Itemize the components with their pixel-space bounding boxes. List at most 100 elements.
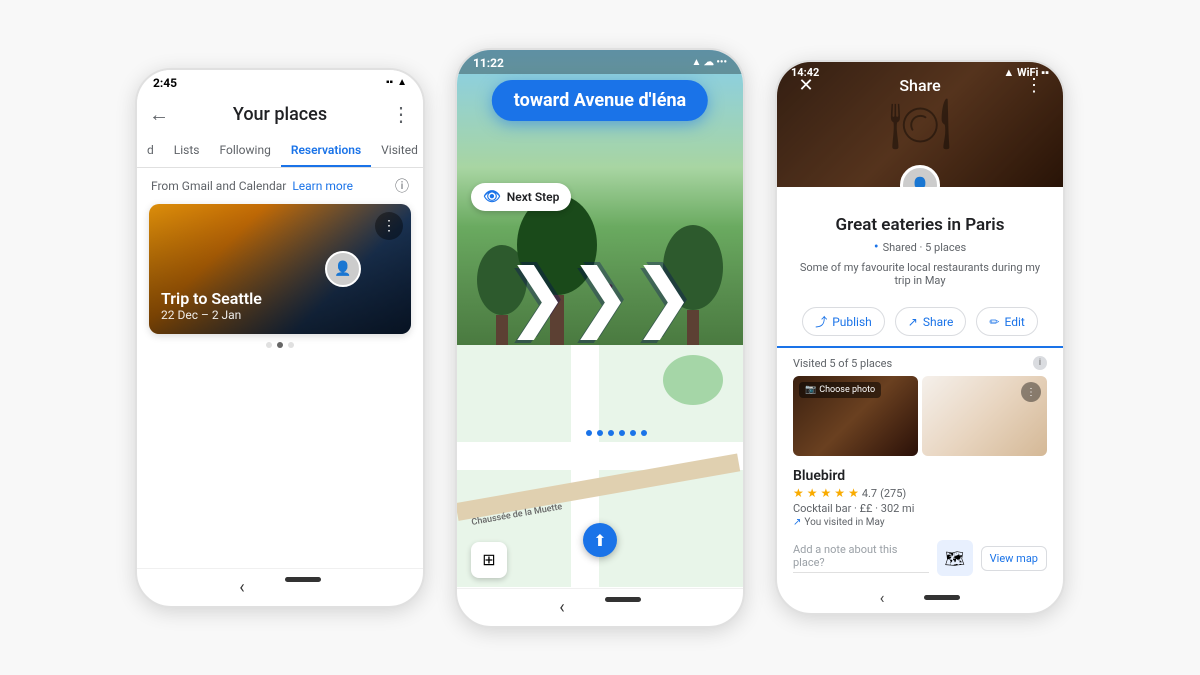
review-count: (275) xyxy=(880,487,906,500)
battery-icon: ▪▪ xyxy=(386,77,393,88)
restaurant-info: Bluebird ★ ★ ★ ★ ★ 4.7 (275) Cocktail ba… xyxy=(777,464,1063,534)
back-button[interactable]: ← xyxy=(149,102,169,127)
star-half: ★ xyxy=(848,486,859,500)
star-2: ★ xyxy=(807,486,818,500)
map-green-area xyxy=(663,355,723,405)
action-buttons: ⤴ Publish ↗ Share ✏ Edit xyxy=(777,307,1063,336)
phone-1: 2:45 ▪▪ ▲ ← Your places ⋮ d Lists Follow… xyxy=(135,68,425,608)
edit-button[interactable]: ✏ Edit xyxy=(976,307,1037,336)
shared-info: • Shared · 5 places xyxy=(793,239,1047,255)
status-icons-1: ▪▪ ▲ xyxy=(386,77,407,88)
edit-label: Edit xyxy=(1004,315,1024,329)
tab-lists[interactable]: Lists xyxy=(164,135,210,167)
ar-arrow-2: ❮ xyxy=(569,260,632,335)
tab-saved[interactable]: d xyxy=(137,135,164,167)
info-icon[interactable]: ⓘ xyxy=(395,176,409,196)
card-title: Trip to Seattle xyxy=(161,289,262,308)
home-indicator xyxy=(285,577,321,582)
next-step-button[interactable]: 👁 Next Step xyxy=(471,183,571,211)
star-4: ★ xyxy=(834,486,845,500)
visited-count-bar: Visited 5 of 5 places i xyxy=(777,356,1063,376)
status-time-2: 11:22 xyxy=(473,56,504,70)
share-icon: ↗ xyxy=(908,315,918,329)
shared-dot: • xyxy=(874,239,879,255)
photo-more-button[interactable]: ⋮ xyxy=(1021,382,1041,402)
visited-info-icon[interactable]: i xyxy=(1033,356,1047,370)
card-more-button[interactable]: ⋮ xyxy=(375,212,403,240)
bottom-nav-3: ‹ xyxy=(777,582,1063,613)
dotted-path xyxy=(586,430,647,436)
signal-icon: ▲ xyxy=(397,77,407,88)
tab-visited[interactable]: Visited xyxy=(371,135,423,167)
card-avatar: 👤 xyxy=(325,251,361,287)
star-3: ★ xyxy=(821,486,832,500)
restaurant-photos: 📷 Choose photo ⋮ xyxy=(777,376,1063,464)
publish-button[interactable]: ⤴ Publish xyxy=(802,307,885,336)
publish-label: Publish xyxy=(832,315,872,329)
ar-arrow-3: ❮ xyxy=(631,260,694,335)
view-map-button[interactable]: View map xyxy=(981,546,1047,571)
tabs-bar: d Lists Following Reservations Visited M xyxy=(137,135,423,168)
nav-back-icon[interactable]: ‹ xyxy=(239,577,244,598)
ar-view: 🚶 toward Avenue d'Iéna ❮ ❮ ❮ 👁 Next Step xyxy=(457,50,743,588)
nav-back-icon-3[interactable]: ‹ xyxy=(880,588,885,607)
gmail-banner: From Gmail and Calendar Learn more ⓘ xyxy=(137,168,423,204)
card-date: 22 Dec – 2 Jan xyxy=(161,308,262,322)
photo-2[interactable]: ⋮ xyxy=(922,376,1047,456)
dot-3 xyxy=(288,342,294,348)
phone-2: 11:22 ▲ ☁ ••• 🚶 toward Avenue d'Iéna xyxy=(455,48,745,628)
share-label: Share xyxy=(923,315,954,329)
publish-icon: ⤴ xyxy=(815,313,827,330)
location-pin: ⬆ xyxy=(583,523,617,557)
choose-photo-button[interactable]: 📷 Choose photo xyxy=(799,382,881,398)
visited-month: You visited in May xyxy=(804,517,884,528)
tab-following[interactable]: Following xyxy=(209,135,280,167)
hero-image: 🍽 ✕ Share ⋮ 14:42 ▲ WiFi ▪▪ 👤 xyxy=(777,62,1063,187)
star-1: ★ xyxy=(793,486,804,500)
reservation-card[interactable]: ⋮ 👤 Trip to Seattle 22 Dec – 2 Jan xyxy=(149,204,411,334)
photo-1-overlay: 📷 Choose photo xyxy=(793,376,918,456)
layers-icon-button[interactable]: ⊞ xyxy=(471,542,507,578)
view-map-label: View map xyxy=(990,552,1038,565)
ar-direction-label: toward Avenue d'Iéna xyxy=(492,80,708,121)
rating-value: 4.7 xyxy=(862,487,877,500)
note-input[interactable]: Add a note about this place? xyxy=(793,543,929,573)
home-indicator-2 xyxy=(605,597,641,602)
restaurant-name: Bluebird xyxy=(793,468,1047,484)
share-button[interactable]: ↗ Share xyxy=(895,307,967,336)
p1-header: ← Your places ⋮ xyxy=(137,94,423,135)
bottom-nav-2: ‹ xyxy=(457,588,743,626)
signal-icon-2: ▲ ☁ ••• xyxy=(691,57,727,68)
tab-reservations[interactable]: Reservations xyxy=(281,135,371,167)
shared-text: Shared · 5 places xyxy=(883,241,967,254)
photo-1[interactable]: 📷 Choose photo xyxy=(793,376,918,456)
visited-tag: ↗ You visited in May xyxy=(793,517,1047,528)
status-bar-3: 14:42 ▲ WiFi ▪▪ xyxy=(777,62,1063,83)
status-bar-1: 2:45 ▪▪ ▲ xyxy=(137,70,423,94)
status-time-1: 2:45 xyxy=(153,76,177,90)
phone-3: 🍽 ✕ Share ⋮ 14:42 ▲ WiFi ▪▪ 👤 Great eate… xyxy=(775,60,1065,615)
home-indicator-3 xyxy=(924,595,960,600)
status-time-3: 14:42 xyxy=(791,66,819,79)
bottom-nav-1: ‹ xyxy=(137,568,423,606)
status-icons-3: ▲ WiFi ▪▪ xyxy=(1003,66,1049,79)
card-dots xyxy=(137,334,423,356)
restaurant-details: Cocktail bar · ££ · 302 mi xyxy=(793,502,1047,515)
dot-2 xyxy=(277,342,283,348)
ar-arrows: ❮ ❮ ❮ xyxy=(506,260,695,335)
place-info: Great eateries in Paris • Shared · 5 pla… xyxy=(777,187,1063,307)
progress-divider xyxy=(777,346,1063,348)
place-description: Some of my favourite local restaurants d… xyxy=(793,261,1047,287)
page-title: Your places xyxy=(181,104,379,125)
place-title: Great eateries in Paris xyxy=(793,215,1047,235)
nav-back-icon-2[interactable]: ‹ xyxy=(559,597,564,618)
dot-1 xyxy=(266,342,272,348)
status-bar-2: 11:22 ▲ ☁ ••• xyxy=(457,50,743,74)
camera-icon: 📷 xyxy=(805,385,816,395)
restaurant-rating: ★ ★ ★ ★ ★ 4.7 (275) xyxy=(793,486,1047,500)
learn-more-link[interactable]: Learn more xyxy=(292,179,353,193)
map-ghost-icon: 🗺 xyxy=(937,540,973,576)
banner-text: From Gmail and Calendar xyxy=(151,179,286,193)
ar-arrow-1: ❮ xyxy=(506,260,569,335)
more-options-button[interactable]: ⋮ xyxy=(391,102,411,126)
